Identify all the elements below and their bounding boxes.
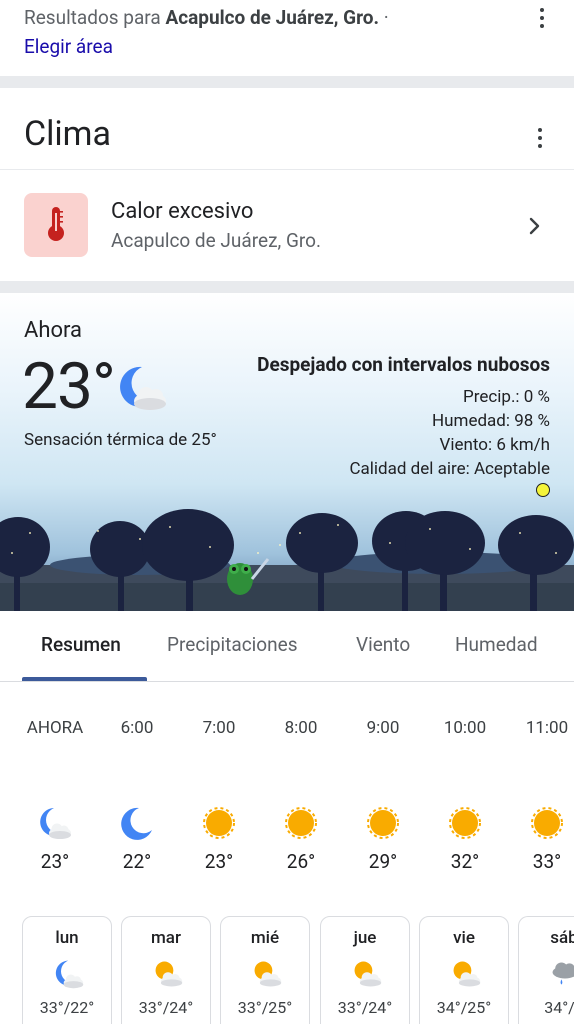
section-divider (0, 281, 574, 293)
choose-area-link[interactable]: Elegir área (24, 35, 113, 58)
sun-icon (506, 805, 574, 841)
hour-time: 10:00 (443, 718, 487, 738)
day-name: lun (55, 928, 79, 948)
alert-location: Acapulco de Juárez, Gro. (111, 229, 321, 252)
sun-icon (424, 805, 506, 841)
day-card-sab[interactable]: sáb 34°/2 (518, 916, 574, 1024)
tab-resumen[interactable]: Resumen (41, 633, 121, 656)
feels-like: Sensación térmica de 25° (24, 430, 217, 450)
day-name: mar (151, 928, 181, 948)
humidity: Humedad: 98 % (432, 411, 550, 431)
tab-viento[interactable]: Viento (356, 633, 410, 656)
thermometer-icon (24, 193, 88, 257)
hour-time: 9:00 (366, 718, 400, 738)
moon-icon (96, 805, 178, 841)
moon-cloud-icon (14, 805, 96, 841)
card-more-options-icon[interactable] (528, 126, 552, 150)
moon-cloud-icon (116, 361, 170, 415)
hour-time: 6:00 (120, 718, 154, 738)
alert-title: Calor excesivo (111, 199, 254, 224)
more-options-icon[interactable] (530, 6, 554, 30)
day-card-vie[interactable]: vie 34°/25° (419, 916, 509, 1024)
results-bar: Resultados para Acapulco de Juárez, Gro.… (0, 0, 574, 76)
hour-temperature: 23° (40, 850, 70, 873)
day-card-mie[interactable]: mié 33°/25° (220, 916, 310, 1024)
current-label: Ahora (24, 318, 83, 343)
hour-time: AHORA (26, 718, 84, 738)
day-temp-range: 34°/2 (544, 998, 574, 1017)
divider (0, 169, 574, 170)
hour-temperature: 22° (122, 850, 152, 873)
sun-cloud-icon (351, 958, 383, 990)
sun-cloud-icon (251, 958, 283, 990)
rain-cloud-icon (549, 958, 574, 990)
sun-icon (342, 805, 424, 841)
sun-cloud-icon (152, 958, 184, 990)
day-temp-range: 34°/25° (436, 998, 492, 1017)
condition: Despejado con intervalos nubosos (257, 353, 550, 376)
section-divider (0, 76, 574, 88)
day-name: mié (250, 928, 280, 948)
hour-temperature: 33° (532, 850, 562, 873)
current-temperature: 23° (22, 349, 116, 424)
active-tab-indicator (22, 677, 147, 681)
hour-time: 7:00 (202, 718, 236, 738)
card-title: Clima (24, 114, 111, 154)
current-weather: Ahora 23° Sensación térmica de 25° Despe… (0, 293, 574, 611)
moon-cloud-icon (53, 958, 85, 990)
air-quality[interactable]: Calidad del aire: Aceptable (349, 459, 550, 479)
day-card-lun[interactable]: lun 33°/22° (22, 916, 112, 1024)
day-temp-range: 33°/25° (237, 998, 293, 1017)
day-name: vie (453, 928, 475, 948)
hour-temperature: 23° (204, 850, 234, 873)
night-scene-illustration (0, 509, 574, 611)
results-for-text: Resultados para Acapulco de Juárez, Gro.… (24, 6, 389, 29)
tab-precipitaciones[interactable]: Precipitaciones (167, 633, 298, 656)
sun-cloud-icon (450, 958, 482, 990)
day-temp-range: 33°/24° (138, 998, 194, 1017)
hour-temperature: 32° (450, 850, 480, 873)
chevron-right-icon (522, 214, 546, 238)
day-name: sáb (550, 928, 574, 948)
hour-temperature: 26° (286, 850, 316, 873)
sun-icon (178, 805, 260, 841)
results-separator: · (383, 6, 389, 29)
hour-time: 11:00 (525, 718, 569, 738)
day-name: jue (353, 928, 377, 948)
results-prefix: Resultados para (24, 6, 161, 29)
day-temp-range: 33°/24° (337, 998, 393, 1017)
air-quality-indicator (536, 483, 550, 497)
results-location[interactable]: Acapulco de Juárez, Gro. (165, 6, 379, 29)
hour-time: 8:00 (284, 718, 318, 738)
tab-humedad[interactable]: Humedad (455, 633, 538, 656)
weather-tabs: Resumen Precipitaciones Viento Humedad (0, 611, 574, 682)
wind: Viento: 6 km/h (439, 435, 550, 455)
sun-icon (260, 805, 342, 841)
hour-temperature: 29° (368, 850, 398, 873)
day-card-jue[interactable]: jue 33°/24° (320, 916, 410, 1024)
day-card-mar[interactable]: mar 33°/24° (121, 916, 211, 1024)
day-temp-range: 33°/22° (39, 998, 95, 1017)
precipitation: Precip.: 0 % (463, 387, 550, 407)
